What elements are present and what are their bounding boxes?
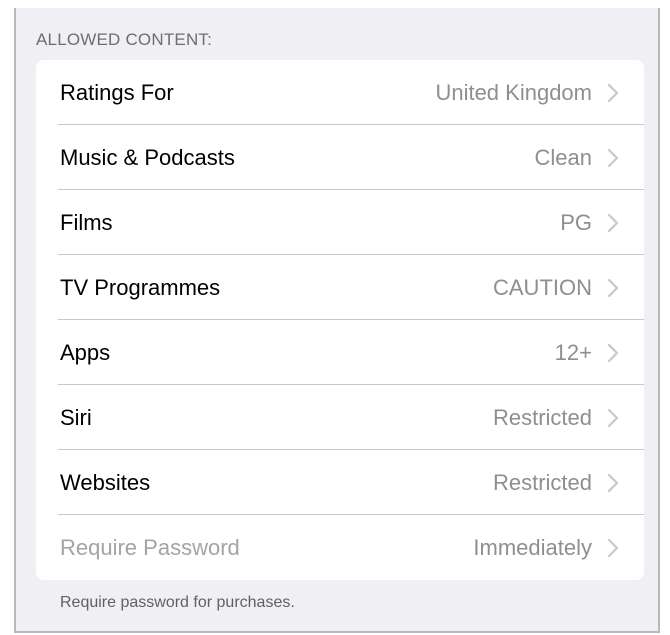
row-value: Restricted <box>492 469 592 495</box>
row-value: United Kingdom <box>435 79 592 105</box>
row-value: Clean <box>534 144 592 170</box>
row-tv-programmes[interactable]: TV Programmes CAUTION <box>36 255 644 320</box>
row-label: Websites <box>60 469 151 495</box>
chevron-right-icon <box>604 408 622 428</box>
row-label: Apps <box>60 339 111 365</box>
allowed-content-group: Ratings For United Kingdom Music & Podca… <box>36 60 644 580</box>
row-value: CAUTION <box>493 274 592 300</box>
row-label: Require Password <box>60 534 240 560</box>
section-header: ALLOWED CONTENT: <box>36 30 213 49</box>
row-films[interactable]: Films PG <box>36 190 644 255</box>
row-require-password[interactable]: Require Password Immediately <box>36 515 644 580</box>
row-label: Films <box>60 209 113 235</box>
row-value: PG <box>560 209 592 235</box>
row-label: Siri <box>60 404 92 430</box>
chevron-right-icon <box>604 538 622 558</box>
row-value: Immediately <box>473 534 592 560</box>
settings-panel: ALLOWED CONTENT: Ratings For United King… <box>14 8 660 633</box>
chevron-right-icon <box>604 278 622 298</box>
row-siri[interactable]: Siri Restricted <box>36 385 644 450</box>
row-value: Restricted <box>492 404 592 430</box>
chevron-right-icon <box>604 343 622 363</box>
row-ratings-for[interactable]: Ratings For United Kingdom <box>36 60 644 125</box>
row-label: TV Programmes <box>60 274 221 300</box>
row-value: 12+ <box>554 339 592 365</box>
row-apps[interactable]: Apps 12+ <box>36 320 644 385</box>
row-label: Ratings For <box>60 79 174 105</box>
row-label: Music & Podcasts <box>60 144 235 170</box>
row-music-podcasts[interactable]: Music & Podcasts Clean <box>36 125 644 190</box>
section-footer: Require password for purchases. <box>60 594 295 611</box>
row-websites[interactable]: Websites Restricted <box>36 450 644 515</box>
chevron-right-icon <box>604 473 622 493</box>
chevron-right-icon <box>604 213 622 233</box>
chevron-right-icon <box>604 148 622 168</box>
chevron-right-icon <box>604 83 622 103</box>
